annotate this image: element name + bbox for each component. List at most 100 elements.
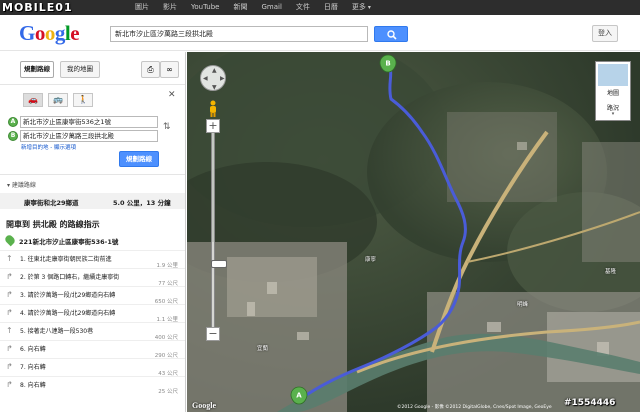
app-window: 圖片 影片 YouTube 新聞 Gmail 文件 日曆 更多 MOBILE01… [0,0,640,412]
signin-button[interactable]: 登入 [592,25,618,42]
pegman-icon[interactable] [208,100,218,118]
zoom-out-button[interactable]: − [206,327,220,341]
map-canvas[interactable]: B A ▲ ▼ ◀ ▶ + − 地圖 路況 ▾ 宜蘭 康寧 明峰 基隆 ©201… [187,52,640,412]
zoom-slider-handle[interactable] [211,260,227,268]
mode-transit-button[interactable]: 🚌 [48,93,68,107]
waypoint-a-icon: A [8,117,18,127]
origin-marker-icon[interactable]: A [290,386,308,405]
nav-videos[interactable]: 影片 [163,2,177,13]
direction-step[interactable]: ↑ 5. 接著走八連路一段530巷 400 公尺 [0,322,185,341]
step-text: 4. 請於汐萬路一段/北29鄉道向右轉 [20,310,116,317]
map-thumbnail[interactable] [598,64,628,86]
pan-down-icon[interactable]: ▼ [212,84,217,91]
google-bar: 圖片 影片 YouTube 新聞 Gmail 文件 日曆 更多 MOBILE01 [0,0,640,15]
turn-right-icon: ↱ [6,272,13,281]
turn-right-icon: ↱ [6,362,13,371]
step-text: 7. 向右轉 [20,364,46,371]
map-copyright: ©2012 Google - 影像 ©2012 DigitalGlobe, Cn… [397,405,552,410]
tab-directions[interactable]: 規劃路線 [20,61,54,78]
pan-left-icon[interactable]: ◀ [203,75,208,82]
suggested-route-item[interactable]: 康寧街和北29鄉道 5.0 公里，13 分鐘 [0,193,185,209]
map-type-label[interactable]: 地圖 [596,88,630,97]
map-place-label: 明峰 [517,302,529,308]
straight-icon: ↑ [6,254,13,263]
map-place-label: 康寧 [365,257,377,263]
svg-text:B: B [385,60,390,68]
zoom-slider-track[interactable] [211,133,227,327]
turn-right-icon: ↱ [6,290,13,299]
mode-car-button[interactable]: 🚗 [23,93,43,107]
direction-step[interactable]: ↱ 2. 於第 3 個路口轉右，繼續走康寧街 77 公尺 [0,268,185,287]
direction-step[interactable]: ↱ 4. 請於汐萬路一段/北29鄉道向右轉 1.1 公里 [0,304,185,323]
link-button[interactable]: ∞ [160,61,179,78]
destination-field[interactable]: 新北市汐止區汐萬路三段拱北殿 [20,130,158,142]
mode-walk-button[interactable]: 🚶 [73,93,93,107]
nav-calendar[interactable]: 日曆 [324,2,338,13]
directions-panel: 規劃路線 我的地圖 ⎙ ∞ 🚗 🚌 🚶 ✕ A 新北市汐止區康寧街536之1號 … [0,52,186,412]
divider [0,84,185,85]
top-nav: 圖片 影片 YouTube 新聞 Gmail 文件 日曆 更多 [135,2,385,13]
get-directions-button[interactable]: 規劃路線 [119,151,159,167]
suggested-routes-header: ▾ 建議路線 [7,182,36,189]
header: Google 新北市汐止區汐萬路三段拱北殿 登入 [0,15,640,51]
step-text: 2. 於第 3 個路口轉右，繼續走康寧街 [20,274,120,281]
zoom-control[interactable]: + − [206,119,227,341]
map-place-label: 基隆 [605,269,617,275]
map-type-control[interactable]: 地圖 路況 ▾ [595,61,631,121]
divider [0,174,185,175]
nav-news[interactable]: 新聞 [233,2,247,13]
step-text: 8. 向右轉 [20,382,46,389]
watermark-logo: MOBILE01 [2,1,73,14]
link-icon: ∞ [166,65,173,74]
route-distance: 5.0 公里，13 分鐘 [113,199,171,207]
walk-icon: 🚶 [78,95,88,104]
zoom-in-button[interactable]: + [206,119,220,133]
nav-gmail[interactable]: Gmail [261,2,281,13]
search-icon [387,30,397,40]
pan-up-icon[interactable]: ▲ [212,67,217,74]
tab-my-maps[interactable]: 我的地圖 [60,61,100,78]
printer-icon: ⎙ [147,65,154,74]
photo-id-watermark: #1554446 [564,398,616,408]
svg-text:A: A [296,392,302,400]
nav-more[interactable]: 更多 [352,2,371,13]
waypoint-b-icon: B [8,131,18,141]
step-text: 5. 接著走八連路一段530巷 [20,328,94,335]
chevron-down-icon[interactable]: ▾ [596,111,630,117]
direction-step[interactable]: ↱ 6. 向右轉 290 公尺 [0,340,185,359]
close-icon[interactable]: ✕ [168,90,176,100]
direction-step[interactable]: ↱ 8. 向右轉 25 公尺 [0,376,185,395]
satellite-imagery: B A [187,52,640,412]
destination-marker-icon[interactable]: B [379,54,397,73]
straight-icon: ↑ [6,326,13,335]
origin-field[interactable]: 新北市汐止區康寧街536之1號 [20,116,158,128]
pan-control[interactable]: ▲ ▼ ◀ ▶ [200,65,226,91]
start-address: 221新北市汐止區康寧街536-1號 [19,238,119,246]
nav-youtube[interactable]: YouTube [191,2,219,13]
add-destination-link[interactable]: 新增目的地 - 顯示選項 [21,143,76,151]
pan-right-icon[interactable]: ▶ [220,75,225,82]
step-text: 6. 向右轉 [20,346,46,353]
route-name: 康寧街和北29鄉道 [24,199,79,207]
google-logo[interactable]: Google [19,21,80,45]
nav-images[interactable]: 圖片 [135,2,149,13]
car-icon: 🚗 [28,95,38,104]
search-button[interactable] [374,26,408,42]
step-text: 1. 往東北走康寧街朝民族二街前進 [20,256,112,263]
nav-docs[interactable]: 文件 [296,2,310,13]
map-place-label: 宜蘭 [257,346,269,352]
turn-right-icon: ↱ [6,308,13,317]
turn-right-icon: ↱ [6,380,13,389]
start-marker-icon [3,233,17,247]
direction-step[interactable]: ↑ 1. 往東北走康寧街朝民族二街前進 1.9 公里 [0,250,185,269]
transit-icon: 🚌 [53,95,63,104]
directions-title: 開車到 拱北殿 的路線指示 [6,220,100,229]
swap-icon[interactable]: ⇅ [163,122,171,132]
turn-right-icon: ↱ [6,344,13,353]
direction-step[interactable]: ↱ 3. 請於汐萬路一段/北29鄉道向右轉 650 公尺 [0,286,185,305]
print-button[interactable]: ⎙ [141,61,160,78]
search-input[interactable]: 新北市汐止區汐萬路三段拱北殿 [110,26,368,42]
direction-step[interactable]: ↱ 7. 向右轉 43 公尺 [0,358,185,377]
google-map-logo: Google [192,401,216,410]
step-text: 3. 請於汐萬路一段/北29鄉道向右轉 [20,292,116,299]
